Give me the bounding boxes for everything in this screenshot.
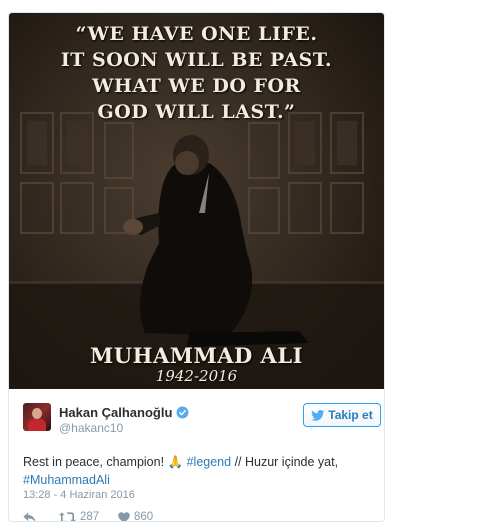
- hashtag-link[interactable]: #MuhammadAli: [23, 473, 110, 487]
- tweet-header: Hakan Çalhanoğlu @hakanc10 Takip et: [23, 403, 381, 439]
- retweet-count: 287: [80, 511, 100, 522]
- photo-caption-years: 1942-2016: [155, 367, 238, 385]
- hashtag-link[interactable]: #legend: [187, 455, 232, 469]
- avatar[interactable]: [23, 403, 51, 431]
- tweet-text-part: Rest in peace, champion!: [23, 455, 168, 469]
- tweet-text-part: // Huzur içinde yat,: [231, 455, 339, 469]
- follow-button[interactable]: Takip et: [303, 403, 381, 427]
- tweet-card: “WE HAVE ONE LIFE. IT SOON WILL BE PAST.…: [8, 12, 385, 522]
- user-name-text: Hakan Çalhanoğlu: [59, 405, 173, 420]
- quote-line: GOD WILL LAST.”: [97, 101, 296, 123]
- heart-icon: [118, 511, 130, 521]
- user-handle[interactable]: @hakanc10: [59, 421, 123, 435]
- retweet-icon: [59, 511, 76, 521]
- photo-caption-name: MUHAMMAD ALI: [90, 343, 303, 368]
- reply-button[interactable]: [23, 509, 36, 521]
- user-name[interactable]: Hakan Çalhanoğlu: [59, 405, 189, 420]
- quote-line: “WE HAVE ONE LIFE.: [75, 23, 318, 45]
- quote-text: “WE HAVE ONE LIFE. IT SOON WILL BE PAST.…: [9, 21, 384, 125]
- tweet-timestamp[interactable]: 13:28 - 4 Haziran 2016: [23, 489, 135, 501]
- tweet-text: Rest in peace, champion! 🙏 #legend // Hu…: [23, 453, 368, 489]
- reply-icon: [23, 511, 36, 521]
- like-count: 860: [134, 511, 154, 522]
- quote-line: WHAT WE DO FOR: [92, 75, 301, 97]
- verified-badge-icon: [176, 406, 189, 419]
- praying-hands-emoji: 🙏: [167, 454, 184, 469]
- quote-line: IT SOON WILL BE PAST.: [60, 49, 333, 71]
- bird-icon: [311, 410, 325, 421]
- tweet-photo[interactable]: “WE HAVE ONE LIFE. IT SOON WILL BE PAST.…: [9, 13, 384, 389]
- like-button[interactable]: 860: [118, 509, 154, 522]
- follow-button-label: Takip et: [328, 408, 373, 422]
- retweet-button[interactable]: 287: [59, 509, 100, 522]
